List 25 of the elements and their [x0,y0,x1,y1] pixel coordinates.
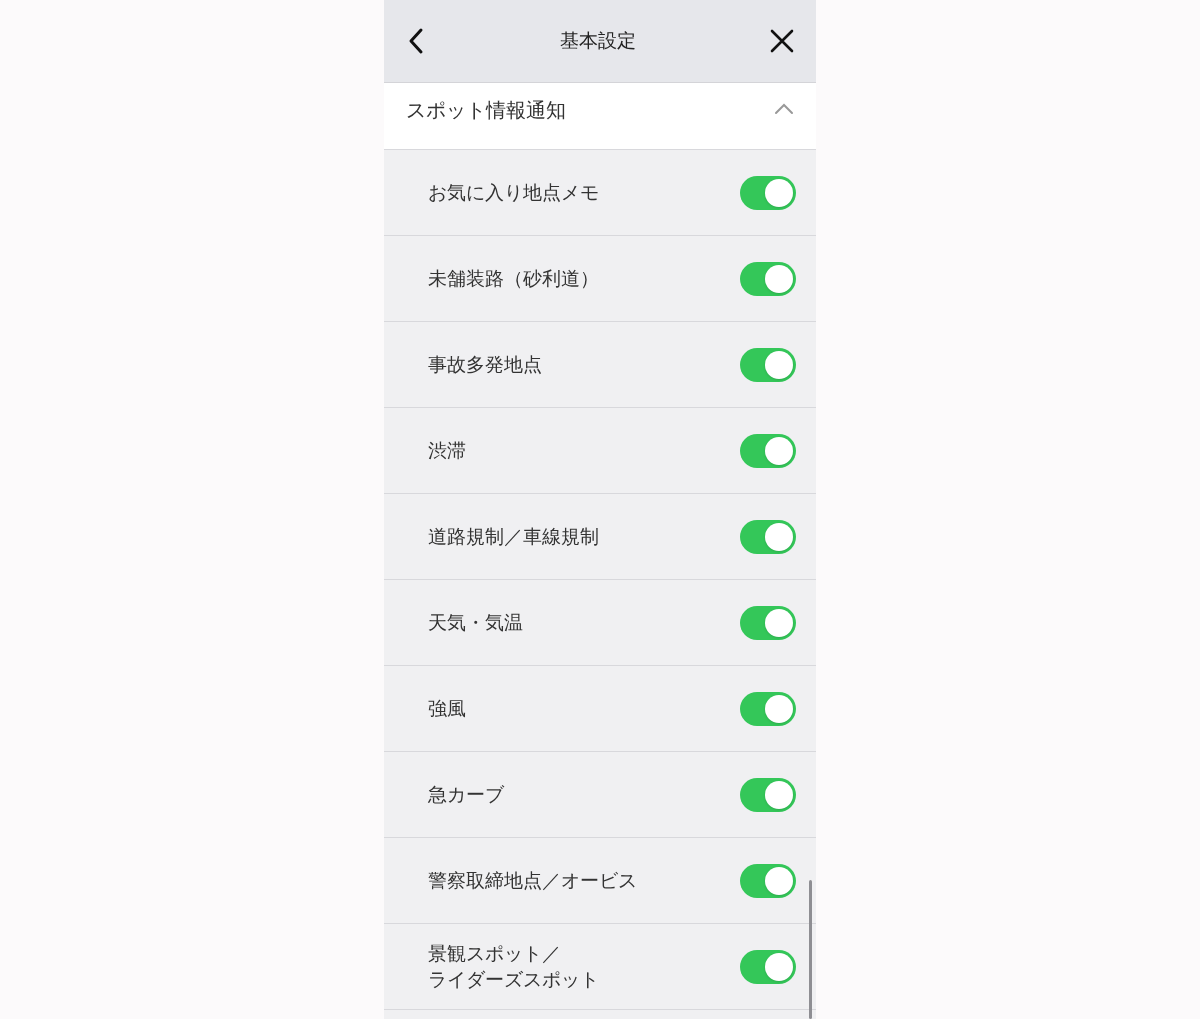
setting-label: 事故多発地点 [428,352,542,377]
toggle-switch[interactable] [740,691,796,726]
setting-label: お気に入り地点メモ [428,180,599,205]
setting-label: 道路規制／車線規制 [428,524,599,549]
setting-label: 未舗装路（砂利道） [428,266,599,291]
setting-label: 渋滞 [428,438,466,463]
setting-label: 天気・気温 [428,610,523,635]
toggle-switch[interactable] [740,519,796,554]
toggle-switch[interactable] [740,863,796,898]
toggle-switch[interactable] [740,949,796,984]
toggle-switch[interactable] [740,433,796,468]
screen-title: 基本設定 [560,28,636,53]
setting-label: 強風 [428,696,466,721]
setting-label: 急カーブ [428,782,504,807]
setting-label: ライダーズスポット [428,967,599,992]
setting-label: 景観スポット／ [428,941,562,966]
section-title: スポット情報通知 [406,98,566,123]
section-header[interactable]: スポット情報通知 [384,83,816,150]
close-icon[interactable] [770,29,794,53]
setting-label: 警察取締地点／オービス [428,868,637,893]
toggle-switch[interactable] [740,347,796,382]
toggle-switch[interactable] [740,261,796,296]
toggle-switch[interactable] [740,605,796,640]
toggle-switch[interactable] [740,175,796,210]
toggle-switch[interactable] [740,777,796,812]
